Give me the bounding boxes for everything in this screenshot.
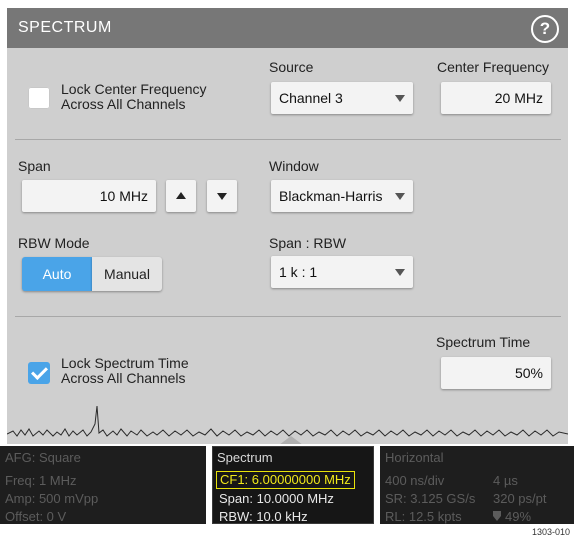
arrow-up-icon: [176, 192, 186, 199]
spectrum-dialog: SPECTRUM ? Lock Center Frequency Across …: [7, 8, 568, 444]
help-icon[interactable]: ?: [531, 15, 559, 43]
screenshot-frame: SPECTRUM ? Lock Center Frequency Across …: [0, 0, 574, 541]
source-label: Source: [269, 59, 314, 75]
source-value: Channel 3: [279, 90, 343, 106]
dialog-header: SPECTRUM ?: [7, 8, 568, 48]
center-frequency-label: Center Frequency: [437, 59, 550, 75]
section-divider: [15, 139, 561, 140]
spectrum-span-readout: Span: 10.0000 MHz: [219, 491, 334, 506]
horizontal-title: Horizontal: [385, 450, 444, 465]
afg-offset: Offset: 0 V: [5, 509, 67, 524]
chevron-down-icon: [395, 95, 405, 102]
source-dropdown[interactable]: Channel 3: [271, 82, 413, 114]
lock-spectrum-time-label: Lock Spectrum Time Across All Channels: [61, 356, 189, 386]
window-value: Blackman-Harris: [279, 188, 383, 204]
trigger-position-icon: [493, 508, 501, 525]
afg-title: AFG: Square: [5, 450, 81, 465]
horizontal-badge[interactable]: Horizontal 400 ns/div 4 µs SR: 3.125 GS/…: [380, 446, 574, 524]
lock-spectrum-time-checkbox[interactable]: [28, 362, 50, 384]
span-value: 10 MHz: [99, 188, 148, 204]
spectrum-badge-title: Spectrum: [217, 450, 273, 465]
chevron-down-icon: [395, 269, 405, 276]
afg-amp: Amp: 500 mVpp: [5, 491, 99, 506]
horizontal-position: 49%: [505, 509, 532, 524]
span-field[interactable]: 10 MHz: [22, 180, 156, 212]
span-decrease-button[interactable]: [207, 180, 237, 212]
span-rbw-dropdown[interactable]: 1 k : 1: [271, 256, 413, 288]
chevron-down-icon: [395, 193, 405, 200]
span-rbw-value: 1 k : 1: [279, 264, 318, 280]
span-increase-button[interactable]: [166, 180, 196, 212]
section-divider: [15, 316, 561, 317]
lock-st-line1: Lock Spectrum Time: [61, 355, 189, 371]
center-frequency-value: 20 MHz: [494, 90, 543, 106]
spectrum-time-value: 50%: [514, 365, 543, 381]
horizontal-points: 320 ps/pt: [493, 491, 547, 506]
spectrum-rbw-readout: RBW: 10.0 kHz: [219, 509, 308, 524]
spectrum-time-label: Spectrum Time: [436, 334, 531, 350]
rbw-mode-label: RBW Mode: [18, 235, 90, 251]
lock-center-frequency-checkbox[interactable]: [28, 87, 50, 109]
rbw-manual-button[interactable]: Manual: [92, 257, 162, 291]
span-label: Span: [18, 158, 51, 174]
spectrum-trace-area: [6, 400, 569, 448]
arrow-down-icon: [217, 193, 227, 200]
lock-center-frequency-label: Lock Center Frequency Across All Channel…: [61, 82, 207, 112]
dialog-title: SPECTRUM: [18, 19, 112, 36]
rbw-auto-button[interactable]: Auto: [22, 257, 92, 291]
horizontal-sample-rate: SR: 3.125 GS/s: [385, 491, 476, 506]
window-dropdown[interactable]: Blackman-Harris: [271, 180, 413, 212]
window-label: Window: [269, 158, 319, 174]
trace-line: [6, 405, 569, 437]
horizontal-scale: 400 ns/div: [385, 473, 445, 488]
lock-cf-line1: Lock Center Frequency: [61, 81, 207, 97]
span-rbw-label: Span : RBW: [269, 235, 347, 251]
lock-cf-line2: Across All Channels: [61, 96, 186, 112]
afg-badge[interactable]: AFG: Square Freq: 1 MHz Amp: 500 mVpp Of…: [0, 446, 206, 524]
cf1-readout: CF1: 6.00000000 MHz: [216, 471, 355, 489]
horizontal-record-length: RL: 12.5 kpts: [385, 509, 462, 524]
center-frequency-field[interactable]: 20 MHz: [441, 82, 551, 114]
figure-code: 1303-010: [531, 527, 570, 537]
horizontal-duration: 4 µs: [493, 473, 518, 488]
spectrum-time-field[interactable]: 50%: [441, 357, 551, 389]
lock-st-line2: Across All Channels: [61, 370, 186, 386]
spectrum-badge[interactable]: Spectrum CF1: 6.00000000 MHz Span: 10.00…: [212, 446, 374, 524]
afg-freq: Freq: 1 MHz: [5, 473, 77, 488]
status-bar: AFG: Square Freq: 1 MHz Amp: 500 mVpp Of…: [0, 444, 574, 526]
